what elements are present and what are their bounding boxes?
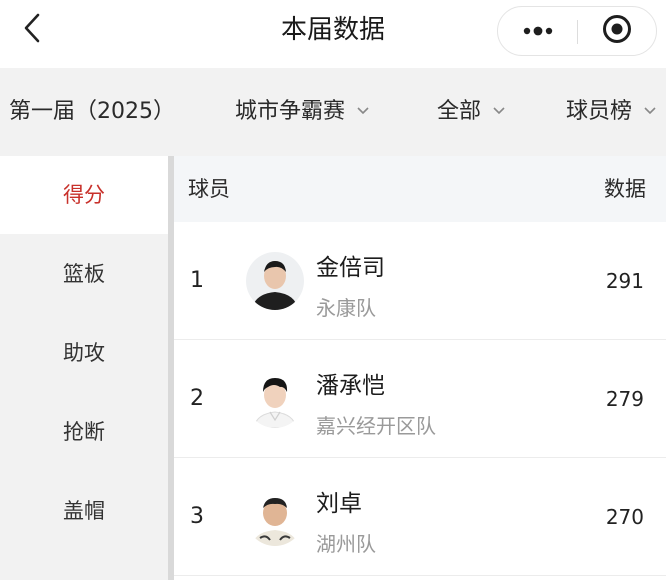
nav-header: 本届数据 (0, 0, 666, 68)
sidebar-item-label: 篮板 (63, 262, 105, 286)
app-screen: 本届数据 第一届（2025） 城市争霸赛 全部 球员榜 得分 篮板 助攻 抢断 … (0, 0, 666, 580)
list-header: 球员 数据 (174, 156, 666, 222)
stat-value: 279 (605, 387, 644, 411)
stat-value: 270 (605, 505, 644, 529)
sidebar-item-label: 得分 (63, 183, 105, 207)
chevron-down-icon (492, 66, 506, 154)
scope-filter-label: 全部 (437, 99, 482, 124)
sidebar-item-blocks[interactable]: 盖帽 (0, 472, 168, 550)
player-team: 永康队 (316, 296, 376, 320)
leaderboard-list[interactable]: 球员 数据 1 金倍司 永康队 291 2 潘承恺 嘉兴经开区队 279 3 刘… (174, 156, 666, 580)
back-button[interactable] (14, 12, 50, 48)
rank-number: 1 (190, 268, 204, 293)
target-circle-icon (601, 13, 633, 49)
chevron-down-icon (356, 66, 370, 154)
player-team: 嘉兴经开区队 (316, 414, 436, 438)
player-name: 刘卓 (316, 491, 362, 517)
rank-number: 3 (190, 504, 204, 529)
season-filter[interactable]: 第一届（2025） (9, 68, 175, 156)
table-row[interactable]: 1 金倍司 永康队 291 (174, 222, 666, 340)
stat-category-sidebar: 得分 篮板 助攻 抢断 盖帽 (0, 156, 168, 580)
column-header-data: 数据 (604, 177, 646, 201)
filter-bar: 第一届（2025） 城市争霸赛 全部 球员榜 (0, 68, 666, 156)
avatar (246, 252, 304, 310)
close-button[interactable] (578, 7, 656, 55)
avatar (246, 488, 304, 546)
sidebar-item-label: 助攻 (63, 341, 105, 365)
more-button[interactable] (498, 7, 577, 55)
sidebar-item-assists[interactable]: 助攻 (0, 314, 168, 392)
more-dots-icon (521, 22, 555, 41)
competition-filter-label: 城市争霸赛 (235, 99, 346, 124)
rank-number: 2 (190, 386, 204, 411)
sidebar-item-points[interactable]: 得分 (0, 156, 168, 234)
season-filter-label: 第一届（2025） (9, 99, 175, 124)
sidebar-item-label: 抢断 (63, 420, 105, 444)
chevron-down-icon (643, 66, 657, 154)
table-row[interactable]: 3 刘卓 湖州队 270 (174, 458, 666, 576)
player-name: 金倍司 (316, 255, 385, 281)
player-team: 湖州队 (316, 532, 376, 556)
scope-filter[interactable]: 全部 (437, 68, 506, 156)
competition-filter[interactable]: 城市争霸赛 (235, 68, 370, 156)
sidebar-item-rebounds[interactable]: 篮板 (0, 235, 168, 313)
stat-value: 291 (605, 269, 644, 293)
sidebar-item-steals[interactable]: 抢断 (0, 393, 168, 471)
avatar (246, 370, 304, 428)
chevron-left-icon (22, 12, 42, 48)
column-header-player: 球员 (188, 177, 230, 201)
sidebar-item-label: 盖帽 (63, 499, 105, 523)
mini-program-capsule (497, 6, 657, 56)
player-name: 潘承恺 (316, 373, 385, 399)
table-row[interactable]: 2 潘承恺 嘉兴经开区队 279 (174, 340, 666, 458)
board-filter[interactable]: 球员榜 (566, 68, 657, 156)
board-filter-label: 球员榜 (566, 99, 633, 124)
